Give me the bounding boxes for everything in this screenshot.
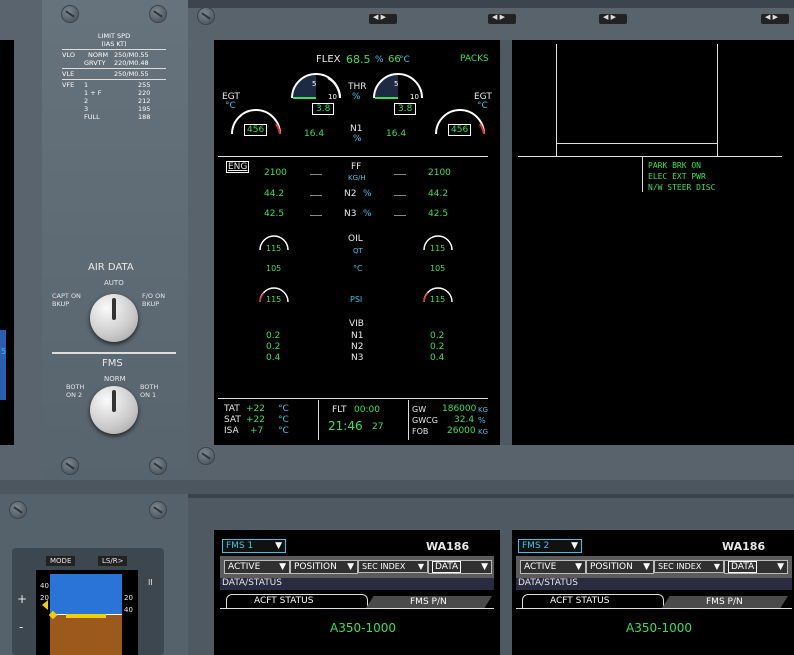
fms1-position-tab[interactable]: POSITION ▼: [290, 560, 358, 574]
fms1-page-title: DATA/STATUS: [222, 578, 282, 588]
screw: [62, 6, 78, 22]
flex-thrust-value: 68.5: [346, 53, 371, 66]
fms2-active-tab[interactable]: ACTIVE ▼: [520, 560, 586, 574]
n3-right: 42.5: [428, 209, 449, 219]
svg-text:10: 10: [328, 93, 337, 101]
limit-speed-placard: LIMIT SPD (IAS KT) VLO NORM 250/M0.55 GRVT…: [62, 32, 166, 138]
thr-value-left: 3.8: [312, 103, 335, 115]
screw: [198, 8, 214, 24]
egt-value-right: 456: [448, 124, 472, 136]
memo-elec-ext-pwr: ELEC EXT PWR: [648, 172, 706, 181]
fms2-aircraft-model: A350-1000: [626, 621, 692, 635]
screw: [150, 6, 166, 22]
svg-text:5: 5: [394, 80, 398, 88]
fms1-display: FMS 1 ▼ WA186 ACTIVE ▼ POSITION ▼ SEC INDEX…: [214, 530, 500, 655]
n2-left: 44.2: [264, 189, 285, 199]
air-data-left-label: CAPT ON BKUP: [52, 292, 81, 308]
n1-left: 16.4: [304, 129, 325, 139]
flex-label: FLEX: [316, 54, 341, 65]
brightness-toggle-4[interactable]: ◀ ▶: [761, 13, 789, 24]
pfd-mode-button[interactable]: MODE: [46, 556, 76, 566]
n1-right: 16.4: [386, 129, 407, 139]
fms2-selector[interactable]: FMS 2 ▼: [518, 539, 582, 553]
screw: [150, 458, 166, 474]
fms2-flight-number: WA186: [722, 540, 766, 553]
fms-top-label: NORM: [104, 375, 126, 383]
screw: [150, 502, 166, 518]
memo-display: PARK BRK ON ELEC EXT PWR N/W STEER DISC: [512, 40, 794, 445]
fms1-data-tab[interactable]: DATA ▼: [428, 560, 492, 574]
air-data-right-label: F/O ON BKUP: [142, 292, 166, 308]
fms1-acft-status-tab[interactable]: ACFT STATUS: [254, 596, 313, 606]
fms1-aircraft-model: A350-1000: [330, 621, 396, 635]
memo-nw-steer: N/W STEER DISC: [648, 183, 716, 192]
svg-text:10: 10: [410, 93, 419, 101]
air-data-top-label: AUTO: [104, 279, 124, 287]
fms2-position-tab[interactable]: POSITION ▼: [586, 560, 654, 574]
n2-right: 44.2: [428, 189, 449, 199]
fms1-pn-tab[interactable]: FMS P/N: [410, 597, 447, 607]
fms2-display: FMS 2 ▼ WA186 ACTIVE ▼ POSITION ▼ SEC INDEX…: [512, 530, 794, 655]
sd-page-eng: ENG: [226, 161, 250, 173]
brightness-toggle-3[interactable]: ◀ ▶: [599, 13, 627, 24]
captain-nd-blue-strip: [0, 330, 6, 400]
screw: [198, 448, 214, 464]
svg-text:5: 5: [312, 80, 316, 88]
egt-value-left: 456: [244, 124, 268, 136]
ff-left: 2100: [264, 168, 287, 178]
packs-memo: PACKS: [460, 54, 489, 64]
fms2-data-tab[interactable]: DATA ▼: [724, 560, 788, 574]
utc-clock: 21:46: [328, 419, 363, 433]
air-data-selector-knob[interactable]: [90, 294, 138, 342]
air-data-title: AIR DATA: [88, 262, 134, 273]
fms2-acft-status-tab[interactable]: ACFT STATUS: [550, 596, 609, 606]
fms-right-label: BOTH ON 1: [140, 383, 159, 399]
n3-left: 42.5: [264, 209, 285, 219]
fms2-pn-tab[interactable]: FMS P/N: [706, 597, 743, 607]
fms1-sec-index-tab[interactable]: SEC INDEX ▼: [358, 560, 428, 573]
fms1-selector[interactable]: FMS 1 ▼: [222, 539, 286, 553]
screw: [62, 458, 78, 474]
fms2-page-title: DATA/STATUS: [518, 578, 578, 588]
thr-value-right: 3.8: [394, 103, 417, 115]
fms1-flight-number: WA186: [426, 540, 470, 553]
screw: [10, 502, 26, 518]
engine-warning-display: FLEX 68.5 % 66 °C PACKS EGT °C 456 EGT °…: [214, 40, 500, 445]
pfd-screen: 40 20 20 40: [36, 570, 138, 655]
brightness-toggle-1[interactable]: ◀ ▶: [369, 13, 397, 24]
fms1-active-tab[interactable]: ACTIVE ▼: [224, 560, 290, 574]
fms2-sec-index-tab[interactable]: SEC INDEX ▼: [654, 560, 724, 573]
fms-selector-title: FMS: [102, 358, 123, 369]
pfd-ls-button[interactable]: LS/R>: [98, 556, 128, 566]
pfd-minus-button[interactable]: -: [19, 620, 23, 634]
pfd-ii-label: II: [148, 578, 153, 587]
ff-right: 2100: [428, 168, 451, 178]
memo-park-brk: PARK BRK ON: [648, 161, 701, 170]
brightness-toggle-2[interactable]: ◀ ▶: [488, 13, 516, 24]
fms-left-label: BOTH ON 2: [66, 383, 85, 399]
pfd-plus-button[interactable]: +: [17, 592, 27, 606]
fms-selector-knob[interactable]: [90, 386, 138, 434]
